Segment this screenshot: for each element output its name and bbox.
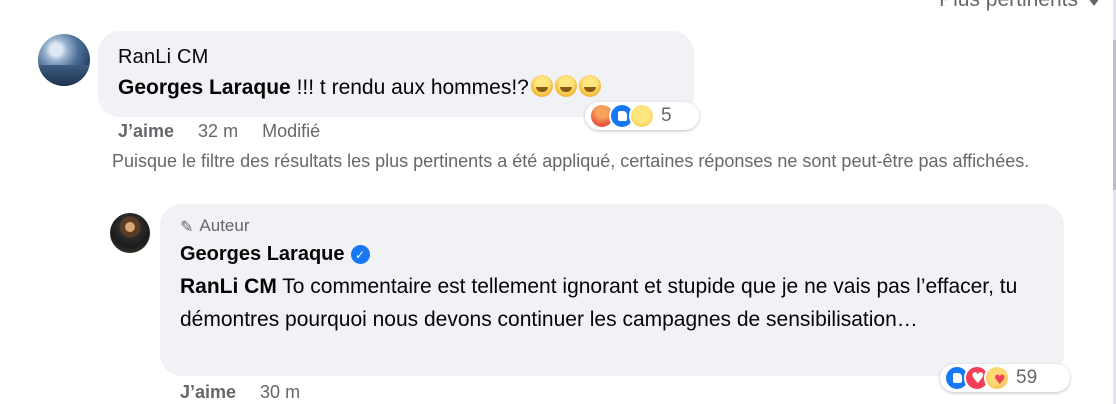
timestamp[interactable]: 30 m (260, 382, 300, 403)
reply-body: To commentaire est tellement ignorant et… (180, 275, 1018, 331)
like-button[interactable]: J’aime (180, 382, 236, 403)
grinning-sweat-emoji-icon (578, 75, 601, 97)
author-badge-label: Auteur (199, 216, 250, 235)
reaction-count: 59 (1016, 367, 1038, 388)
author-badge: ✎ Auteur (180, 216, 250, 236)
like-button[interactable]: J’aime (118, 121, 174, 142)
timestamp[interactable]: 32 m (198, 121, 238, 142)
comment-author[interactable]: RanLi CM (118, 46, 209, 69)
mention-link[interactable]: Georges Laraque (118, 76, 291, 99)
filter-notice: Puisque le filtre des résultats les plus… (112, 151, 1030, 171)
reaction-summary[interactable]: 59 (940, 364, 1070, 392)
verified-badge-icon: ✓ (350, 245, 370, 264)
avatar[interactable] (110, 213, 150, 253)
pencil-icon: ✎ (180, 216, 194, 236)
reaction-count: 5 (661, 105, 672, 126)
reply-actions: J’aime 30 m (180, 382, 300, 403)
comment-text: Georges Laraque !!! t rendu aux hommes!? (118, 75, 601, 100)
mention-link[interactable]: RanLi CM (180, 275, 277, 298)
reaction-summary[interactable]: 5 (585, 102, 699, 130)
grinning-sweat-emoji-icon (530, 75, 553, 97)
avatar[interactable] (38, 34, 90, 86)
chevron-down-icon (1088, 0, 1100, 6)
reply-text: RanLi CM To commentaire est tellement ig… (180, 270, 1050, 336)
sort-label: Plus pertinents (939, 0, 1078, 12)
reply-author-name[interactable]: Georges Laraque (180, 243, 345, 266)
sad-icon (629, 103, 655, 129)
care-icon (984, 365, 1010, 391)
comment-body: !!! t rendu aux hommes!? (290, 76, 529, 99)
sort-dropdown[interactable]: Plus pertinents (939, 0, 1116, 12)
grinning-sweat-emoji-icon (554, 75, 577, 97)
edited-label: Modifié (262, 121, 321, 141)
comment-actions: J’aime 32 m Modifié (118, 121, 320, 142)
reply-author[interactable]: Georges Laraque ✓ (180, 243, 370, 266)
